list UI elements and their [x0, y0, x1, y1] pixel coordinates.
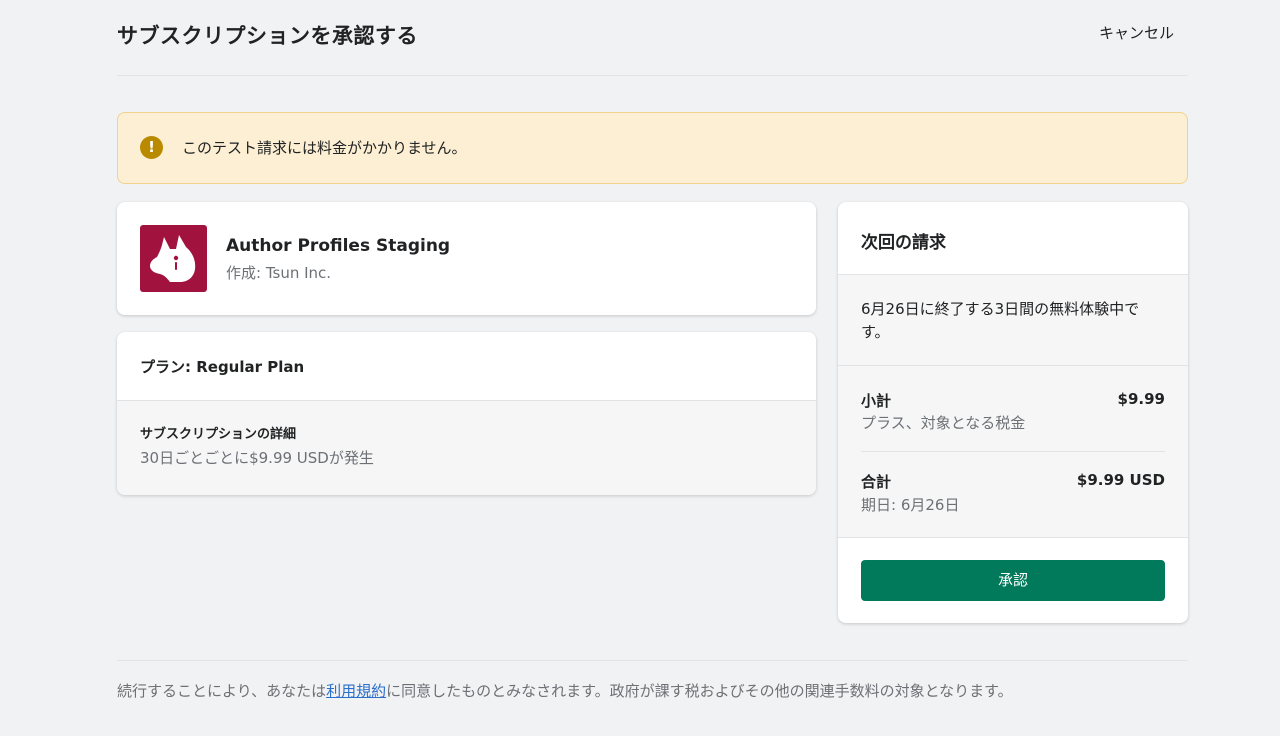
approve-button[interactable]: 承認	[861, 560, 1165, 601]
app-author: 作成: Tsun Inc.	[226, 264, 332, 282]
total-value: $9.99 USD	[1076, 471, 1165, 489]
page-container: サブスクリプションを承認する キャンセル ! このテスト請求には料金がかかりませ…	[117, 0, 1188, 700]
divider	[838, 365, 1188, 366]
divider	[861, 451, 1165, 452]
page-title: サブスクリプションを承認する	[117, 24, 418, 48]
subscription-details-text: 30日ごとごとに$9.99 USDが発生	[140, 449, 374, 467]
next-billing-title: 次回の請求	[861, 233, 946, 253]
warning-icon: !	[140, 136, 163, 159]
app-name: Author Profiles Staging	[226, 236, 451, 256]
due-date: 期日: 6月26日	[861, 496, 960, 514]
app-logo	[140, 225, 207, 292]
app-card: Author Profiles Staging 作成: Tsun Inc.	[117, 202, 816, 315]
subscription-details-label: サブスクリプションの詳細	[140, 427, 297, 442]
subtotal-tax-note: プラス、対象となる税金	[861, 414, 1026, 432]
page-header: サブスクリプションを承認する キャンセル	[117, 0, 1188, 76]
test-charge-banner: ! このテスト請求には料金がかかりません。	[117, 112, 1188, 184]
plan-card: プラン: Regular Plan サブスクリプションの詳細 30日ごとごとに$…	[117, 332, 816, 495]
subtotal-label: 小計	[861, 392, 892, 410]
cancel-button[interactable]: キャンセル	[1099, 22, 1174, 43]
terms-link[interactable]: 利用規約	[326, 682, 386, 700]
banner-text: このテスト請求には料金がかかりません。	[182, 139, 467, 157]
terms-text-before: 続行することにより、あなたは	[117, 682, 327, 700]
dog-head-icon	[150, 235, 196, 282]
next-billing-card: 次回の請求 6月26日に終了する3日間の無料体験中です。 小計 $9.99 プラ…	[838, 202, 1188, 623]
trial-text: 6月26日に終了する3日間の無料体験中です。	[861, 300, 1140, 341]
subtotal-value: $9.99	[1117, 390, 1165, 408]
total-label: 合計	[861, 473, 892, 491]
divider	[838, 537, 1188, 538]
divider	[117, 660, 1188, 661]
plan-title: プラン: Regular Plan	[140, 358, 305, 376]
terms-notice: 続行することにより、あなたは利用規約に同意したものとみなされます。政府が課す税お…	[117, 680, 1013, 701]
terms-text-after: に同意したものとみなされます。政府が課す税およびその他の関連手数料の対象となりま…	[386, 682, 1013, 700]
